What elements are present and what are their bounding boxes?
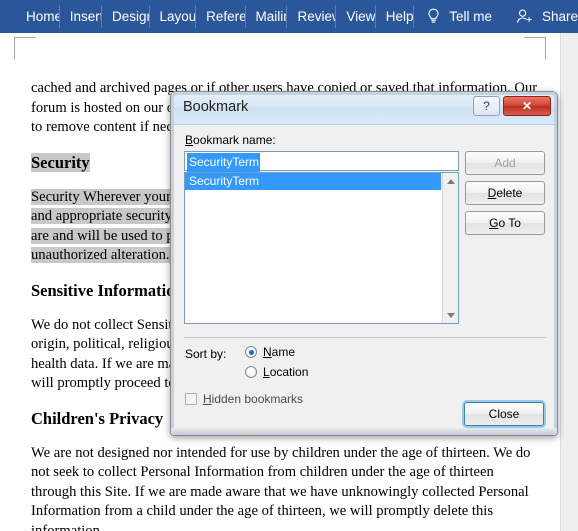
bookmark-name-input[interactable]: SecurityTerm	[184, 151, 459, 172]
tab-insert[interactable]: Insert	[60, 5, 103, 28]
sort-name-accel: N	[263, 345, 272, 359]
bookmark-listbox[interactable]: SecurityTerm	[184, 172, 459, 324]
heading-security-text: Security	[31, 152, 90, 172]
scroll-down-icon[interactable]	[443, 307, 458, 323]
tab-review[interactable]: Review	[287, 5, 337, 28]
checkbox-icon[interactable]	[185, 393, 197, 405]
tab-help[interactable]: Help	[376, 5, 415, 28]
delete-accel: D	[487, 186, 497, 200]
section-divider	[184, 337, 546, 338]
margin-marker-top-left	[14, 37, 36, 59]
tab-home[interactable]: Home	[16, 5, 60, 28]
sort-name-label-rest: ame	[271, 345, 296, 359]
goto-label-rest: o To	[498, 216, 521, 230]
dialog-title-label: Bookmark	[183, 99, 249, 115]
delete-button[interactable]: Delete	[465, 181, 545, 205]
share-label: Share	[542, 9, 578, 24]
bookmark-name-label-rest: ookmark name:	[193, 133, 276, 147]
bookmark-name-value: SecurityTerm	[187, 153, 261, 172]
tab-references[interactable]: Referer	[196, 5, 246, 28]
tell-me-search[interactable]: Tell me	[426, 8, 492, 25]
bookmark-list-items[interactable]: SecurityTerm	[185, 173, 441, 323]
sort-location-label-rest: ocation	[269, 365, 309, 379]
close-button[interactable]: Close	[464, 402, 544, 426]
bookmark-dialog[interactable]: Bookmark ? ✕ Bookmark name: SecurityTerm…	[170, 91, 558, 436]
tab-design[interactable]: Design	[102, 5, 150, 28]
share-button[interactable]: Share	[516, 8, 578, 25]
tell-me-label: Tell me	[449, 9, 492, 24]
hidden-bookmarks-label-rest: idden bookmarks	[211, 392, 304, 406]
sort-option-location[interactable]: Location	[245, 365, 308, 379]
radio-location-icon[interactable]	[245, 366, 257, 378]
tab-layout[interactable]: Layout	[150, 5, 197, 28]
dialog-bottom-edge	[171, 428, 557, 435]
dialog-title-bar[interactable]: Bookmark ? ✕	[171, 92, 557, 125]
margin-marker-top-right	[524, 37, 546, 59]
listbox-scrollbar[interactable]	[442, 173, 458, 323]
paragraph-childrens-privacy: We are not designed nor intended for use…	[31, 444, 531, 531]
close-icon[interactable]: ✕	[503, 96, 551, 116]
list-item[interactable]: SecurityTerm	[185, 173, 441, 190]
tab-mailings[interactable]: Mailing	[246, 5, 288, 28]
sort-option-name[interactable]: Name	[245, 345, 295, 359]
document-right-margin	[560, 33, 578, 531]
ribbon-tab-bar: Home Insert Design Layout Referer Mailin…	[0, 0, 578, 33]
bookmark-name-label: Bookmark name:	[185, 133, 276, 147]
hidden-bookmarks-accel: H	[203, 392, 212, 406]
tab-view[interactable]: View	[336, 5, 376, 28]
hidden-bookmarks-checkbox[interactable]: Hidden bookmarks	[185, 392, 303, 406]
scroll-up-icon[interactable]	[443, 173, 458, 189]
lightbulb-icon	[426, 8, 441, 25]
person-add-icon	[516, 8, 534, 25]
sort-location-accel: L	[263, 365, 270, 379]
delete-label-rest: elete	[496, 186, 523, 200]
help-icon[interactable]: ?	[473, 96, 500, 116]
go-to-button[interactable]: Go To	[465, 211, 545, 235]
bookmark-name-accel: B	[185, 133, 194, 147]
dialog-body: Bookmark name: SecurityTerm SecurityTerm…	[171, 125, 557, 437]
radio-name-icon[interactable]	[245, 346, 257, 358]
sort-by-label: Sort by:	[185, 347, 227, 361]
add-button[interactable]: Add	[465, 151, 545, 175]
